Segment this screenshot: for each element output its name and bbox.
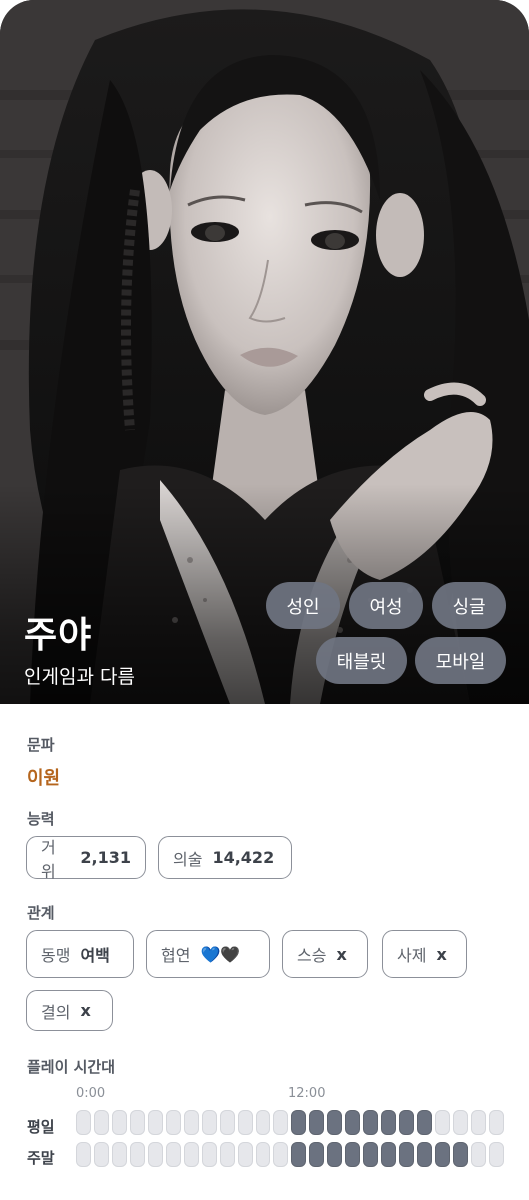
hour-slot-inactive (453, 1110, 468, 1135)
ability-value: 2,131 (80, 848, 131, 867)
relation-key: 결의 (41, 1002, 71, 1022)
relation-value: x (436, 944, 447, 964)
hour-slot-active (309, 1142, 325, 1167)
relation-key: 협연 (161, 946, 191, 965)
hour-slot-active (417, 1110, 433, 1135)
hour-slot-inactive (273, 1110, 289, 1135)
hour-slot-inactive (165, 1142, 181, 1167)
hour-slot-inactive (111, 1110, 127, 1135)
hour-slot-inactive (183, 1142, 199, 1167)
relation-value: 여백 (80, 946, 110, 965)
weekday-timeline (76, 1110, 504, 1135)
hour-slot-inactive (201, 1110, 217, 1135)
relation-value: 💙🖤 (200, 944, 241, 964)
weekend-timeline (76, 1142, 504, 1167)
hour-slot-active (291, 1110, 307, 1135)
hour-slot-inactive (219, 1142, 235, 1167)
ability-chip: 거위 2,131 (26, 836, 146, 881)
faction-label: 문파 (27, 736, 55, 754)
relation-key: 사제 (397, 946, 427, 965)
relation-value: x (80, 1001, 91, 1020)
profile-subtitle: 인게임과 다름 (24, 666, 135, 688)
ability-chip: 의술 14,422 (158, 836, 292, 879)
hour-slot-inactive (147, 1142, 163, 1167)
hour-slot-active (435, 1142, 451, 1167)
hour-slot-active (399, 1110, 415, 1135)
ability-value: 14,422 (212, 848, 275, 867)
hour-slot-active (381, 1142, 397, 1167)
hour-slot-active (291, 1142, 307, 1167)
time-marker-noon: 12:00 (288, 1086, 326, 1101)
hour-slot-inactive (93, 1110, 109, 1135)
hour-slot-inactive (255, 1142, 271, 1167)
relation-chip: 스승 x (282, 930, 368, 978)
hour-slot-active (399, 1142, 415, 1167)
relation-chip: 사제 x (382, 930, 467, 978)
relation-chip: 동맹 여백 (26, 930, 134, 978)
faction-value: 이원 (27, 768, 61, 789)
hour-slot-active (327, 1142, 343, 1167)
hour-slot-inactive (129, 1110, 145, 1135)
hour-slot-inactive (219, 1110, 235, 1135)
hour-slot-inactive (76, 1110, 91, 1135)
hour-slot-active (363, 1142, 379, 1167)
hour-slot-inactive (201, 1142, 217, 1167)
hour-slot-inactive (183, 1110, 199, 1135)
relations-label: 관계 (27, 904, 55, 922)
relation-chip: 결의 x (26, 990, 113, 1031)
weekday-label: 평일 (27, 1118, 55, 1136)
hour-slot-active (453, 1142, 468, 1167)
hour-slot-inactive (76, 1142, 91, 1167)
hour-slot-inactive (93, 1142, 109, 1167)
ability-label: 능력 (27, 810, 55, 828)
playtime-label: 플레이 시간대 (27, 1058, 116, 1076)
tag-single: 싱글 (432, 582, 506, 629)
relation-value: x (336, 944, 347, 964)
hour-slot-inactive (111, 1142, 127, 1167)
hour-slot-active (381, 1110, 397, 1135)
profile-photo: 주야 인게임과 다름 성인 여성 싱글 태블릿 모바일 (0, 0, 529, 704)
hour-slot-inactive (273, 1142, 289, 1167)
hour-slot-inactive (165, 1110, 181, 1135)
hour-slot-inactive (129, 1142, 145, 1167)
hour-slot-active (345, 1142, 361, 1167)
time-marker-start: 0:00 (76, 1086, 106, 1101)
hour-slot-active (327, 1110, 343, 1135)
hour-slot-inactive (237, 1142, 253, 1167)
hour-slot-inactive (237, 1110, 253, 1135)
hour-slot-active (309, 1110, 325, 1135)
profile-card: 주야 인게임과 다름 성인 여성 싱글 태블릿 모바일 문파 이원 능력 거위 … (0, 0, 529, 1200)
relation-key: 스승 (297, 946, 327, 965)
ability-key: 거위 (41, 837, 56, 881)
hour-slot-inactive (488, 1110, 504, 1135)
hour-slot-inactive (255, 1110, 271, 1135)
hour-slot-active (417, 1142, 433, 1167)
weekend-label: 주말 (27, 1149, 55, 1167)
relation-chip: 협연 💙🖤 (146, 930, 270, 978)
ability-key: 의술 (173, 849, 203, 869)
profile-name: 주야 (24, 615, 93, 656)
hour-slot-active (345, 1110, 361, 1135)
tag-female: 여성 (349, 582, 423, 629)
hour-slot-inactive (470, 1142, 486, 1167)
relation-key: 동맹 (41, 946, 71, 965)
tag-tablet: 태블릿 (316, 637, 407, 684)
tag-adult: 성인 (266, 582, 340, 629)
hour-slot-inactive (435, 1110, 451, 1135)
hour-slot-inactive (488, 1142, 504, 1167)
tag-mobile: 모바일 (415, 637, 506, 684)
hour-slot-inactive (470, 1110, 486, 1135)
hour-slot-active (363, 1110, 379, 1135)
hour-slot-inactive (147, 1110, 163, 1135)
